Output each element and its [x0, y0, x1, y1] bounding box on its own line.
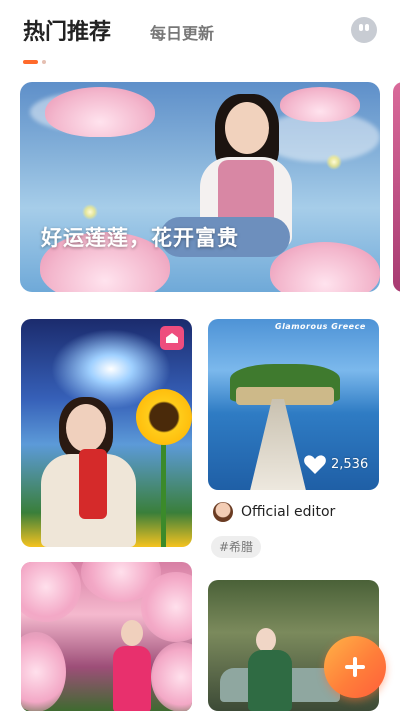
- card-brand-text: Glamorous Greece: [275, 322, 366, 331]
- tab-hot-recommend[interactable]: 热门推荐: [23, 14, 111, 46]
- author-avatar[interactable]: [213, 502, 233, 522]
- house-shape: [166, 333, 178, 343]
- cliff: [236, 387, 334, 405]
- page: 热门推荐 每日更新 好运莲莲，花开富贵 Glamorous Greece 2,5…: [0, 0, 400, 711]
- feed-card-image[interactable]: [21, 319, 192, 547]
- blossom: [21, 562, 81, 622]
- blossom: [21, 632, 66, 711]
- person-dress: [248, 650, 292, 711]
- banner-lotus: [280, 87, 360, 122]
- feed-card-image[interactable]: [21, 562, 192, 711]
- banner-lotus: [270, 242, 380, 292]
- person-face: [121, 620, 143, 646]
- person-face: [256, 628, 276, 652]
- banner-caption: 好运莲莲，花开富贵: [41, 226, 239, 250]
- author-row[interactable]: Official editor: [213, 502, 335, 522]
- like-group[interactable]: 2,536: [303, 453, 368, 475]
- blossom: [151, 642, 192, 711]
- author-name[interactable]: Official editor: [241, 504, 335, 520]
- avatar-eye-right: [365, 24, 369, 31]
- create-button[interactable]: [324, 636, 386, 698]
- shop-icon[interactable]: [160, 326, 184, 350]
- like-count: 2,536: [331, 456, 369, 472]
- banner-person-face: [225, 102, 269, 154]
- banner-sparkle: [326, 154, 342, 170]
- plus-icon: [345, 657, 365, 677]
- banner-sparkle: [82, 204, 98, 220]
- banner-card[interactable]: 好运莲莲，花开富贵: [20, 82, 380, 292]
- person-scarf: [79, 449, 107, 519]
- banner-lotus: [45, 87, 155, 137]
- robot-face-icon[interactable]: [351, 17, 377, 43]
- avatar-eye-left: [359, 24, 363, 31]
- sunflower: [136, 389, 192, 445]
- person-face: [66, 404, 106, 452]
- carousel-dot-active: [23, 60, 38, 64]
- header: 热门推荐 每日更新: [0, 0, 400, 60]
- wooden-bridge: [248, 399, 308, 490]
- carousel-dot: [42, 60, 46, 64]
- banner-next-peek[interactable]: [393, 82, 400, 292]
- person-dress: [113, 646, 151, 711]
- sunflower-stem: [161, 439, 166, 547]
- carousel-indicator: [23, 60, 46, 64]
- heart-icon[interactable]: [303, 453, 327, 475]
- tag-chip[interactable]: #希腊: [211, 536, 262, 558]
- tab-daily-update[interactable]: 每日更新: [150, 20, 214, 44]
